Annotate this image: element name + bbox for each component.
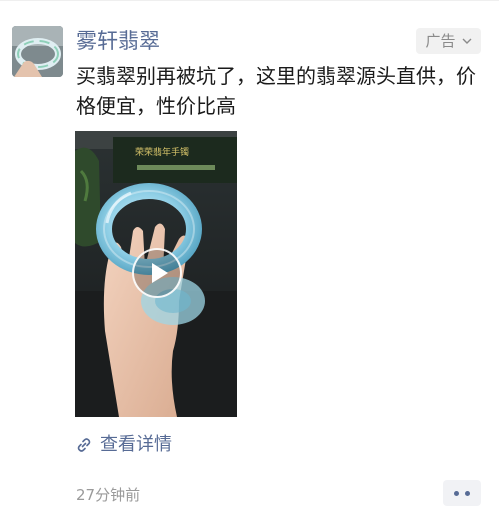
- ad-tag-button[interactable]: 广告: [416, 28, 481, 54]
- avatar[interactable]: [12, 26, 63, 77]
- view-details-label: 查看详情: [100, 434, 172, 455]
- view-details-link[interactable]: 查看详情: [76, 432, 172, 458]
- more-actions-button[interactable]: [443, 480, 481, 506]
- top-divider: [0, 0, 499, 1]
- link-icon: [77, 438, 91, 452]
- post-timestamp: 27分钟前: [76, 486, 141, 504]
- more-dots-icon: [465, 490, 470, 496]
- avatar-jade-image: [12, 26, 63, 77]
- post-text: 买翡翠别再被坑了，这里的翡翠源头直供，价格便宜，性价比高: [76, 64, 476, 118]
- chevron-down-icon: [462, 38, 471, 44]
- ad-label: 广告: [425, 32, 456, 50]
- play-button[interactable]: [132, 248, 182, 298]
- author-name[interactable]: 雾轩翡翠: [76, 27, 160, 55]
- play-icon: [151, 263, 168, 283]
- more-dots-icon: [454, 490, 459, 496]
- video-sign-text: 荣荣翡年手镯: [135, 146, 189, 158]
